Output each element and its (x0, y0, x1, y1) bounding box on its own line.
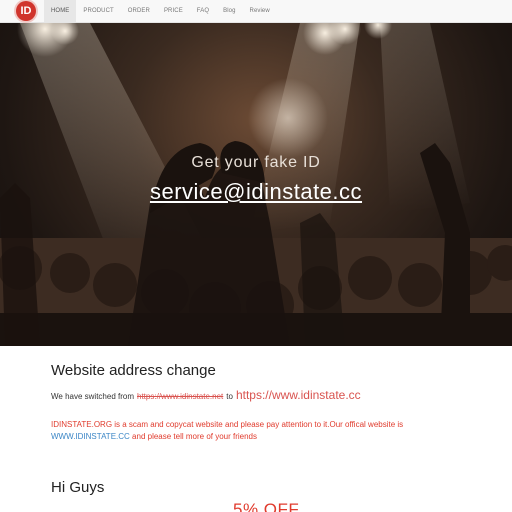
address-switch-line: We have switched from https://www.idinst… (51, 388, 471, 402)
nav-item-faq[interactable]: FAQ (190, 0, 216, 22)
nav-item-price[interactable]: PRICE (157, 0, 190, 22)
nav-item-order[interactable]: ORDER (121, 0, 157, 22)
top-navbar: ID HOME PRODUCT ORDER PRICE FAQ Blog Rev… (0, 0, 512, 23)
new-url-link[interactable]: https://www.idinstate.cc (236, 388, 361, 402)
nav-item-home[interactable]: HOME (44, 0, 77, 22)
warning-suffix: and please tell more of your friends (132, 432, 258, 441)
nav-item-review[interactable]: Review (243, 0, 277, 22)
nav-menu: HOME PRODUCT ORDER PRICE FAQ Blog Review (44, 0, 277, 22)
section-title: Website address change (51, 362, 216, 379)
switch-prefix: We have switched from (51, 392, 134, 401)
warning-text: IDINSTATE.ORG is a scam and copycat webs… (51, 420, 404, 429)
hero-title: Get your fake ID (191, 154, 321, 171)
official-site-link[interactable]: WWW.IDINSTATE.CC (51, 432, 130, 441)
nav-item-product[interactable]: PRODUCT (76, 0, 120, 22)
hero-email-link[interactable]: service@idinstate.cc (0, 179, 512, 205)
notice-section: Website address change We have switched … (51, 362, 471, 443)
site-logo[interactable]: ID (16, 1, 36, 21)
hero-banner: Get your fake ID service@idinstate.cc (0, 23, 512, 346)
switch-to: to (226, 392, 233, 401)
promo-discount: 5% OFF (233, 500, 300, 512)
scam-warning: IDINSTATE.ORG is a scam and copycat webs… (51, 419, 471, 443)
greeting-title: Hi Guys (51, 479, 105, 496)
old-url-link[interactable]: https://www.idinstate.net (137, 392, 223, 401)
nav-item-blog[interactable]: Blog (216, 0, 242, 22)
